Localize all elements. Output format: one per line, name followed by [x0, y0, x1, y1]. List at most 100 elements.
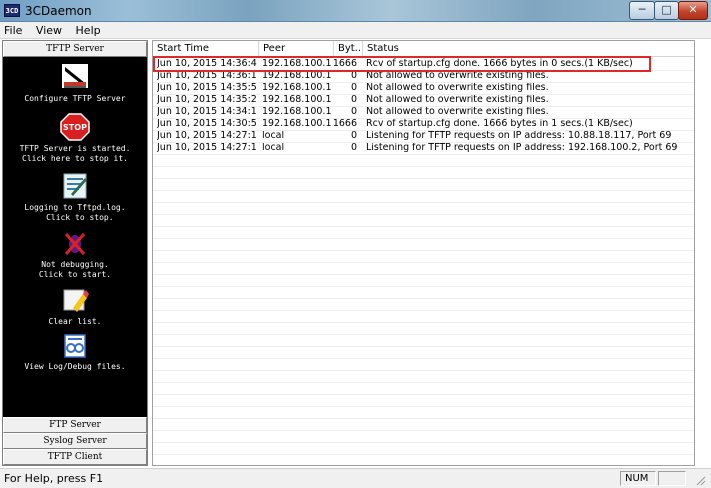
column-start-time[interactable]: Start Time — [153, 41, 259, 57]
grid-line — [153, 406, 694, 407]
grid-line — [153, 214, 694, 215]
table-row[interactable]: Jun 10, 2015 14:35:22 192.168.100.1 0 No… — [153, 94, 694, 106]
minimize-icon: ─ — [638, 3, 646, 16]
grid-line — [153, 310, 694, 311]
column-peer[interactable]: Peer — [259, 41, 334, 57]
stop-server-button[interactable]: STOP TFTP Server is started. Click here … — [3, 113, 147, 164]
tftp-server-tab[interactable]: TFTP Server — [3, 41, 147, 57]
grid-line — [153, 382, 694, 383]
cell-start-time: Jun 10, 2015 14:34:19 — [157, 106, 257, 117]
view-files-icon — [64, 334, 86, 358]
stop-server-label: TFTP Server is started. Click here to st… — [19, 144, 131, 163]
grid-line — [153, 454, 694, 455]
grid-line — [153, 238, 694, 239]
grid-line — [153, 334, 694, 335]
cell-peer: local — [262, 130, 285, 141]
close-icon: ✕ — [688, 3, 698, 16]
grid-line — [153, 226, 694, 227]
grid-line — [153, 430, 694, 431]
cell-peer: 192.168.100.1 — [262, 58, 332, 69]
status-pane-empty — [658, 471, 686, 486]
ftp-server-tab[interactable]: FTP Server — [3, 417, 147, 433]
grid-line — [153, 346, 694, 347]
stop-sign-icon: STOP — [60, 113, 90, 141]
view-log-files-label: View Log/Debug files. — [24, 362, 126, 371]
grid-line — [153, 70, 694, 71]
grid-line — [153, 154, 694, 155]
cell-status: Not allowed to overwrite existing files. — [366, 82, 549, 93]
status-bar: For Help, press F1 NUM — [0, 468, 711, 488]
table-row[interactable]: Jun 10, 2015 14:34:19 192.168.100.1 0 No… — [153, 106, 694, 118]
network-config-icon — [62, 64, 88, 88]
table-row[interactable]: Jun 10, 2015 14:27:16 local 0 Listening … — [153, 130, 694, 142]
cell-bytes: 1666 — [332, 118, 357, 129]
close-button[interactable]: ✕ — [678, 1, 708, 20]
table-row[interactable]: Jun 10, 2015 14:30:55 192.168.100.1 1666… — [153, 118, 694, 130]
grid-line — [153, 322, 694, 323]
table-row[interactable]: Jun 10, 2015 14:35:50 192.168.100.1 0 No… — [153, 82, 694, 94]
num-lock-indicator: NUM — [620, 471, 656, 486]
grid-line — [153, 142, 694, 143]
cell-status: Rcv of startup.cfg done. 1666 bytes in 1… — [366, 118, 633, 129]
grid-line — [153, 250, 694, 251]
grid-line — [153, 274, 694, 275]
grid-line — [153, 370, 694, 371]
cell-peer: 192.168.100.1 — [262, 70, 332, 81]
debug-toggle-button[interactable]: Not debugging. Click to start. — [3, 229, 147, 280]
cell-bytes: 0 — [350, 94, 357, 105]
grid-line — [153, 262, 694, 263]
grid-line — [153, 118, 694, 119]
grid-line — [153, 106, 694, 107]
resize-grip-icon[interactable] — [694, 474, 706, 486]
cell-start-time: Jun 10, 2015 14:27:16 — [157, 142, 257, 153]
minimize-button[interactable]: ─ — [629, 1, 655, 20]
debug-bug-icon — [64, 232, 86, 256]
grid-line — [153, 190, 694, 191]
title-bar[interactable]: 3CD 3CDaemon ─ □ ✕ — [0, 0, 711, 22]
grid-line — [153, 94, 694, 95]
cell-status: Not allowed to overwrite existing files. — [366, 106, 549, 117]
cell-bytes: 0 — [350, 70, 357, 81]
cell-bytes: 0 — [350, 130, 357, 141]
cell-start-time: Jun 10, 2015 14:36:46 — [157, 58, 257, 69]
list-header: Start Time Peer Byt... Status — [153, 41, 694, 57]
window-title: 3CDaemon — [25, 4, 92, 18]
cell-peer: 192.168.100.1 — [262, 82, 332, 93]
cell-bytes: 0 — [350, 82, 357, 93]
maximize-icon: □ — [661, 3, 672, 16]
column-status[interactable]: Status — [363, 41, 694, 57]
view-log-files-button[interactable]: View Log/Debug files. — [3, 333, 147, 372]
transfer-log-list[interactable]: Start Time Peer Byt... Status Jun 10, 20… — [152, 40, 695, 466]
syslog-server-tab[interactable]: Syslog Server — [3, 433, 147, 449]
menu-bar: File View Help — [0, 22, 711, 39]
menu-file[interactable]: File — [0, 22, 27, 39]
cell-peer: local — [262, 142, 285, 153]
app-icon[interactable]: 3CD — [4, 4, 20, 17]
cell-status: Not allowed to overwrite existing files. — [366, 70, 549, 81]
configure-tftp-button[interactable]: Configure TFTP Server — [3, 61, 147, 104]
logging-toggle-button[interactable]: Logging to Tftpd.log. Click to stop. — [3, 172, 147, 223]
menu-help[interactable]: Help — [71, 22, 106, 39]
menu-view[interactable]: View — [31, 22, 67, 39]
clear-list-button[interactable]: Clear list. — [3, 286, 147, 327]
column-bytes[interactable]: Byt... — [334, 41, 363, 57]
table-row[interactable]: Jun 10, 2015 14:27:16 local 0 Listening … — [153, 142, 694, 154]
cell-status: Listening for TFTP requests on IP addres… — [366, 130, 672, 141]
cell-bytes: 0 — [350, 106, 357, 117]
maximize-button[interactable]: □ — [654, 1, 679, 20]
logging-label: Logging to Tftpd.log. Click to stop. — [24, 203, 126, 222]
tftp-client-tab[interactable]: TFTP Client — [3, 449, 147, 465]
service-panel: TFTP Server Configure TFTP Server STOP T… — [2, 40, 148, 466]
cell-peer: 192.168.100.1 — [262, 94, 332, 105]
grid-line — [153, 82, 694, 83]
table-row[interactable]: Jun 10, 2015 14:36:46 192.168.100.1 1666… — [153, 58, 694, 70]
table-row[interactable]: Jun 10, 2015 14:36:12 192.168.100.1 0 No… — [153, 70, 694, 82]
clear-list-label: Clear list. — [48, 317, 102, 326]
eraser-icon — [63, 289, 89, 312]
grid-line — [153, 202, 694, 203]
grid-line — [153, 178, 694, 179]
cell-bytes: 1666 — [332, 58, 357, 69]
grid-line — [153, 166, 694, 167]
cell-start-time: Jun 10, 2015 14:36:12 — [157, 70, 257, 81]
log-document-icon — [63, 173, 87, 199]
